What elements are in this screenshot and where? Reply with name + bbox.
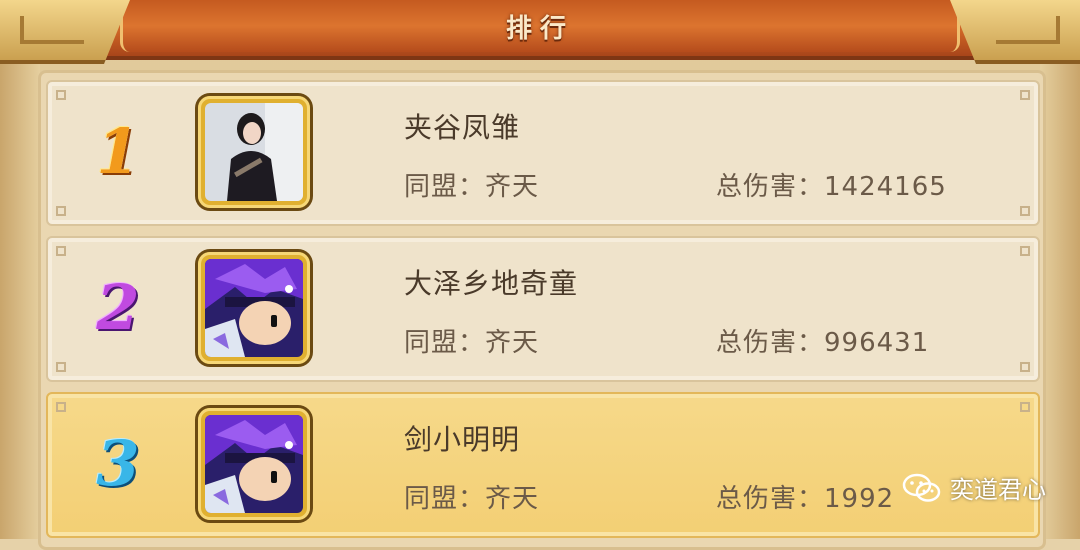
corner-ornament [56, 206, 66, 216]
alliance-label: 同盟：齐天 [404, 172, 540, 202]
purple-hair-hero-icon [205, 415, 303, 513]
watermark: 奕道君心 [902, 470, 1046, 505]
corner-ornament [56, 362, 66, 372]
corner-ornament [56, 402, 66, 412]
watermark-text: 奕道君心 [950, 476, 1046, 504]
purple-hair-hero-icon [205, 259, 303, 357]
corner-ornament [1020, 362, 1030, 372]
alliance-label: 同盟：齐天 [404, 328, 540, 358]
total-damage: 总伤害：996431 [716, 328, 930, 358]
wechat-icon [902, 473, 941, 502]
avatar[interactable] [198, 252, 310, 364]
corner-ornament [1020, 402, 1030, 412]
corner-ornament [1020, 206, 1030, 216]
page-title: 排行 [505, 14, 574, 44]
rank-number: 2 [96, 271, 140, 344]
player-name: 剑小明明 [404, 423, 521, 456]
frame-right-border [1040, 55, 1080, 539]
total-damage: 总伤害：1992 [716, 484, 895, 514]
corner-ornament [1020, 90, 1030, 100]
corner-ornament [56, 246, 66, 256]
avatar[interactable] [198, 96, 310, 208]
portrait-photo-icon [205, 103, 303, 201]
ranking-row-3[interactable]: 3 剑小明明 同盟：齐天 总伤害：1992 [46, 392, 1040, 538]
avatar[interactable] [198, 408, 310, 520]
rank-number: 3 [96, 427, 140, 500]
ranking-row-2[interactable]: 2 大泽乡地奇童 同盟：齐天 总伤害：996431 [46, 236, 1040, 382]
ranking-row-1[interactable]: 1 夹谷凤雏 同盟：齐天 总伤害：1424165 [46, 80, 1040, 226]
frame-left-border [0, 55, 40, 539]
corner-ornament [1020, 246, 1030, 256]
player-name: 夹谷凤雏 [404, 111, 521, 144]
alliance-label: 同盟：齐天 [404, 484, 540, 514]
total-damage: 总伤害：1424165 [716, 172, 947, 202]
player-name: 大泽乡地奇童 [404, 267, 579, 300]
corner-ornament [56, 90, 66, 100]
rank-number: 1 [96, 115, 140, 188]
